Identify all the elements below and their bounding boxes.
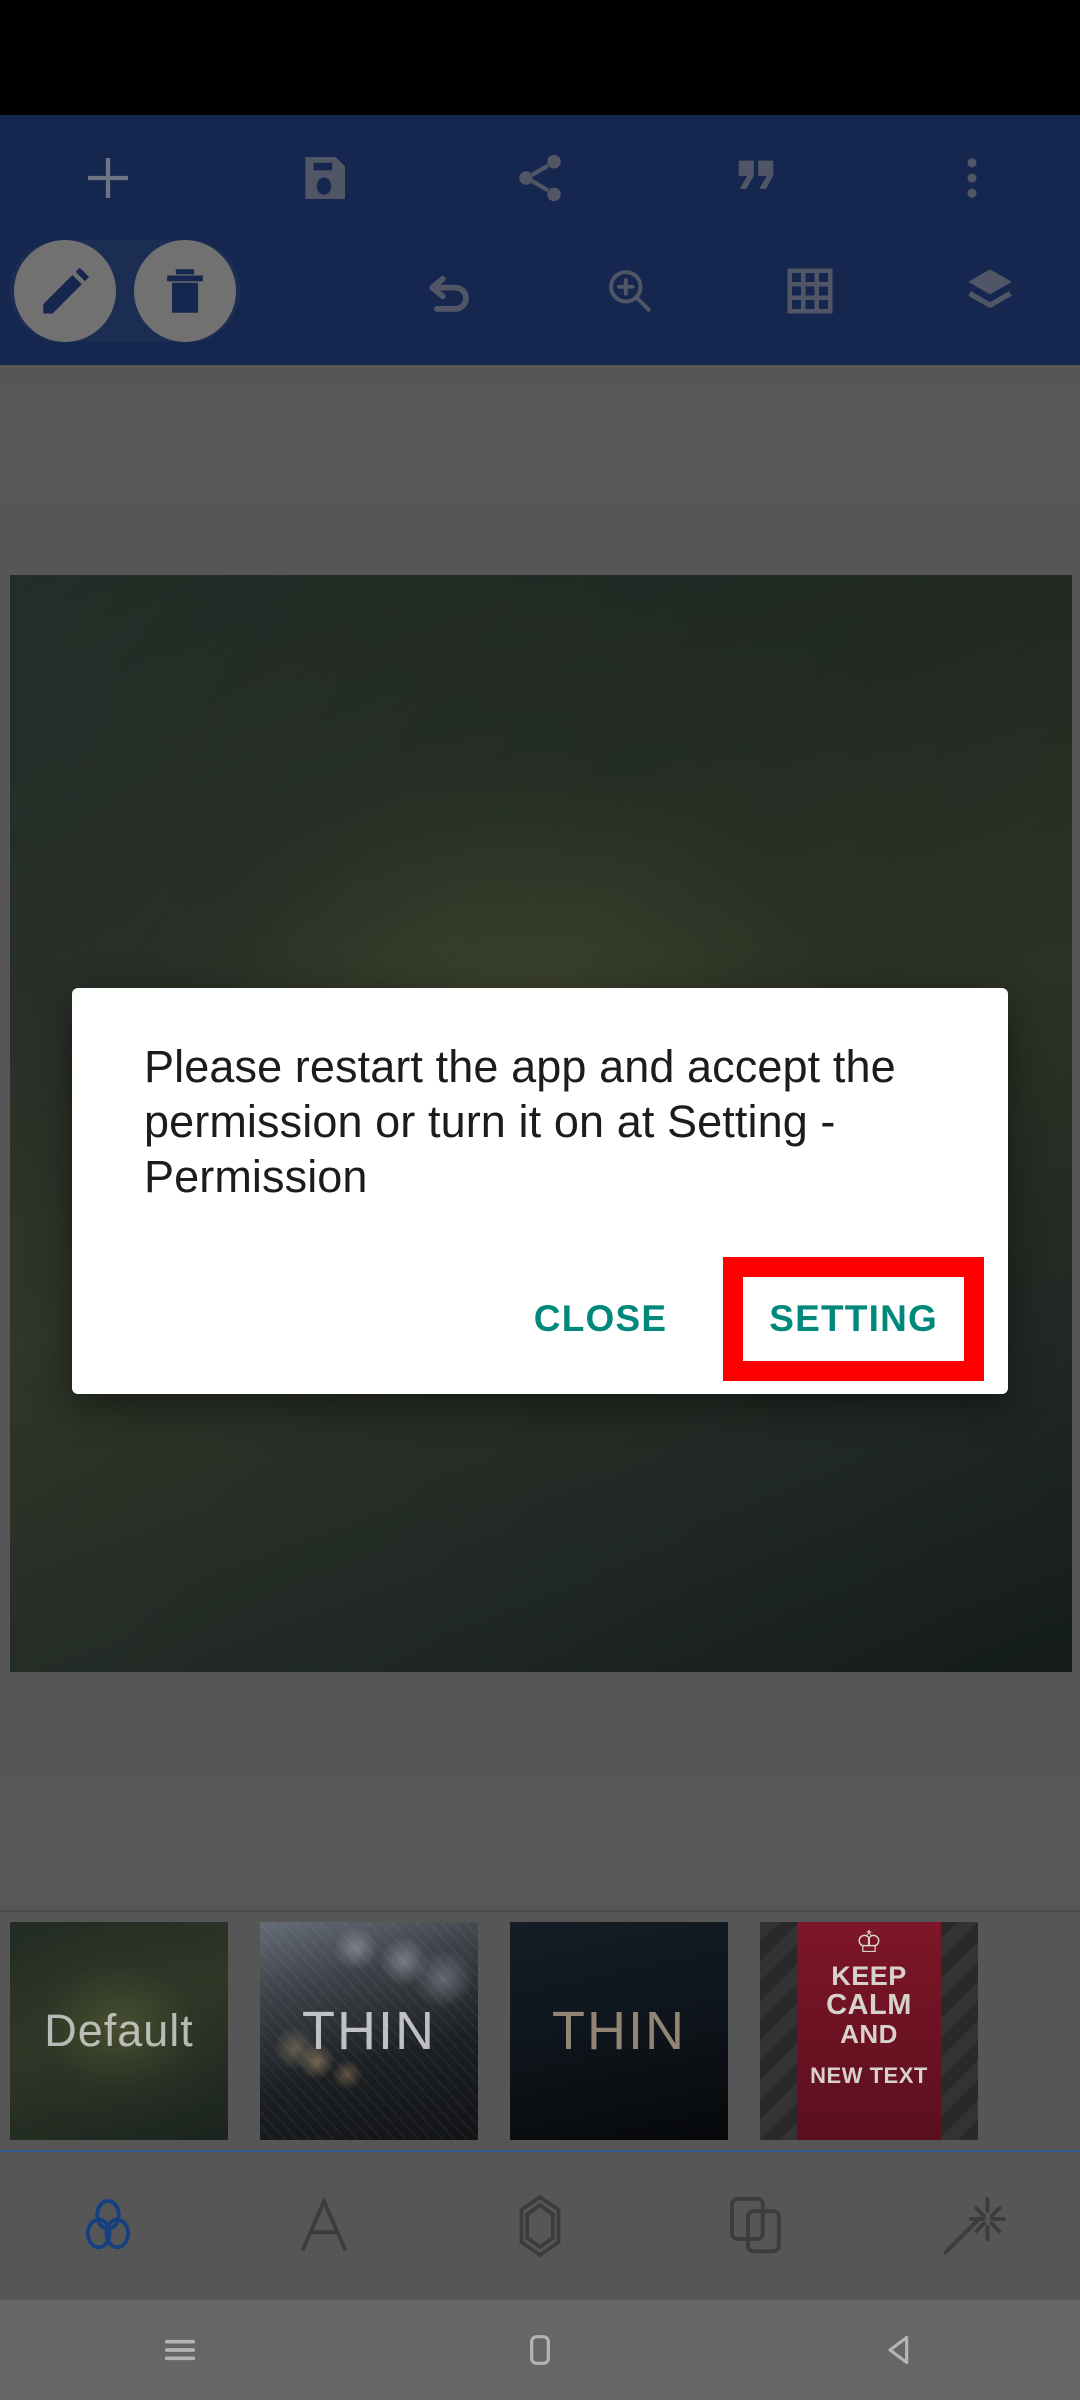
layers-button[interactable]	[900, 234, 1080, 347]
keep-calm-poster: ♔ KEEP CALM AND NEW TEXT	[797, 1922, 941, 2140]
more-options-button[interactable]	[864, 121, 1080, 234]
home-square-icon	[520, 2330, 560, 2370]
tab-effects[interactable]	[864, 2151, 1080, 2301]
save-button[interactable]	[216, 121, 432, 234]
delete-icon	[156, 262, 214, 320]
setting-button-highlight: SETTING	[723, 1257, 984, 1381]
filter-thumbnail-strip[interactable]: Default THIN THIN ♔ KEEP CALM AND NEW TE…	[0, 1910, 1080, 2150]
thumbnail-label: Default	[44, 2005, 194, 2056]
undo-icon	[421, 262, 479, 320]
close-button[interactable]: CLOSE	[504, 1276, 697, 1362]
undo-button[interactable]	[360, 234, 540, 347]
delete-button[interactable]	[134, 240, 236, 342]
thumbnail-label: THIN	[552, 2001, 686, 2061]
back-triangle-icon	[880, 2330, 920, 2370]
permission-dialog: Please restart the app and accept the pe…	[72, 988, 1008, 1394]
recents-button[interactable]	[0, 2330, 360, 2370]
layers-icon	[961, 262, 1019, 320]
crown-icon: ♔	[855, 1926, 883, 1959]
venn-circles-icon	[71, 2189, 145, 2263]
add-button[interactable]	[0, 121, 216, 234]
edit-button[interactable]	[14, 240, 116, 342]
tab-shapes[interactable]	[432, 2151, 648, 2301]
thumbnail-item[interactable]: THIN	[260, 1922, 478, 2140]
save-icon	[296, 150, 352, 206]
more-options-icon	[946, 152, 998, 204]
poster-line-1: KEEP	[831, 1961, 907, 1991]
thumbnail-label: THIN	[302, 2001, 436, 2061]
back-button[interactable]	[720, 2330, 1080, 2370]
dialog-message: Please restart the app and accept the pe…	[144, 1041, 896, 1202]
magic-wand-icon	[935, 2189, 1009, 2263]
quote-button[interactable]	[648, 121, 864, 234]
setting-button[interactable]: SETTING	[743, 1284, 964, 1354]
add-icon	[78, 148, 138, 208]
home-button[interactable]	[360, 2330, 720, 2370]
thumbnail-item[interactable]: ♔ KEEP CALM AND NEW TEXT	[760, 1922, 978, 2140]
share-icon	[512, 150, 568, 206]
screen-root: Default THIN THIN ♔ KEEP CALM AND NEW TE…	[0, 0, 1080, 2400]
zoom-in-button[interactable]	[540, 234, 720, 347]
stacked-cards-icon	[719, 2189, 793, 2263]
thumbnail-item[interactable]: Default	[10, 1922, 228, 2140]
grid-button[interactable]	[720, 234, 900, 347]
tab-filters[interactable]	[0, 2151, 216, 2301]
hexagon-icon	[503, 2189, 577, 2263]
thumbnail-item[interactable]: THIN	[510, 1922, 728, 2140]
edit-delete-group	[10, 240, 240, 342]
hamburger-icon	[160, 2330, 200, 2370]
toolbar-row-primary	[0, 121, 1080, 234]
poster-line-4: NEW TEXT	[810, 2063, 928, 2089]
quote-icon	[730, 152, 782, 204]
poster-line-3: AND	[840, 2018, 898, 2049]
tab-overlays[interactable]	[648, 2151, 864, 2301]
zoom-in-icon	[602, 263, 658, 319]
bottom-tab-bar	[0, 2150, 1080, 2300]
edit-icon	[34, 260, 96, 322]
android-navigation-bar	[0, 2300, 1080, 2400]
dialog-actions: CLOSE SETTING	[72, 1244, 1008, 1394]
share-button[interactable]	[432, 121, 648, 234]
top-toolbar	[0, 115, 1080, 365]
grid-icon	[783, 264, 837, 318]
text-a-icon	[287, 2189, 361, 2263]
tab-text[interactable]	[216, 2151, 432, 2301]
status-bar	[0, 0, 1080, 115]
poster-line-2: CALM	[826, 1989, 912, 2022]
